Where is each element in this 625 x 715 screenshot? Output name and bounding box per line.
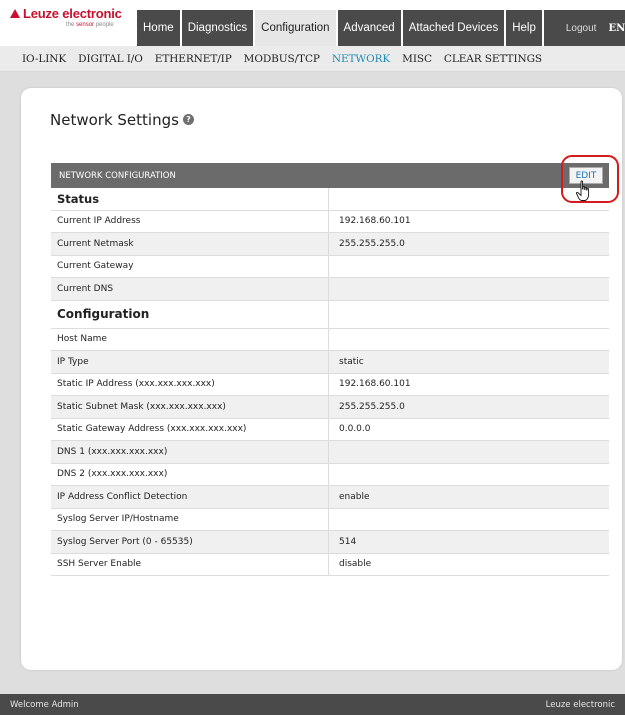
sub-nav: IO-LINK DIGITAL I/O ETHERNET/IP MODBUS/T… (0, 46, 625, 72)
setting-label: Current DNS (51, 278, 329, 300)
setting-value: 255.255.255.0 (339, 238, 405, 249)
subnav-ethernet-ip[interactable]: ETHERNET/IP (155, 53, 232, 65)
table-row: Host Name (51, 328, 609, 351)
tagline-part-3: people (95, 22, 114, 28)
table-row: Syslog Server Port (0 - 65535) 514 (51, 531, 609, 554)
table-row: Current Netmask 255.255.255.0 (51, 233, 609, 256)
footer-brand: Leuze electronic (545, 699, 615, 710)
nav-tab-advanced[interactable]: Advanced (337, 10, 401, 46)
nav-tab-diagnostics[interactable]: Diagnostics (181, 10, 254, 46)
table-row: Static IP Address (xxx.xxx.xxx.xxx) 192.1… (51, 373, 609, 396)
nav-tab-help[interactable]: Help (506, 10, 542, 46)
setting-value (329, 509, 609, 531)
logo-wordmark: Leuze electronic (10, 6, 130, 21)
setting-label: IP Address Conflict Detection (51, 486, 329, 508)
setting-value: 255.255.255.0 (339, 401, 405, 412)
language-selector[interactable]: EN (604, 10, 625, 46)
setting-label: Syslog Server IP/Hostname (51, 508, 329, 530)
setting-value: 192.168.60.101 (339, 216, 411, 227)
table-row: Current DNS (51, 278, 609, 301)
table-section-row: Status (51, 188, 609, 211)
subnav-digital-io[interactable]: DIGITAL I/O (78, 53, 143, 65)
setting-value: 192.168.60.101 (339, 379, 411, 390)
table-header-title: NETWORK CONFIGURATION (59, 170, 176, 181)
page-title-text: Network Settings (50, 111, 179, 129)
logo-text: Leuze electronic (23, 6, 122, 21)
setting-label: Current Gateway (51, 255, 329, 277)
footer-welcome: Welcome Admin (10, 699, 79, 710)
table-row: DNS 2 (xxx.xxx.xxx.xxx) (51, 463, 609, 486)
subnav-io-link[interactable]: IO-LINK (22, 53, 66, 65)
table-body: Status Current IP Address 192.168.60.101 Cu… (51, 188, 609, 576)
table-row: Static Gateway Address (xxx.xxx.xxx.xxx)… (51, 418, 609, 441)
setting-value: 0.0.0.0 (339, 424, 371, 435)
tagline-part-2: sensor (76, 22, 95, 28)
setting-label: Static Gateway Address (xxx.xxx.xxx.xxx) (51, 418, 329, 440)
setting-label: Host Name (51, 328, 329, 350)
leuze-logo[interactable]: Leuze electronic the sensor people (10, 6, 130, 40)
help-icon[interactable]: ? (182, 114, 194, 125)
setting-label: DNS 1 (xxx.xxx.xxx.xxx) (51, 441, 329, 463)
logo-tagline: the sensor people (66, 22, 130, 28)
setting-label: IP Type (51, 351, 329, 373)
tagline-part-1: the (66, 22, 75, 28)
setting-label: Static Subnet Mask (xxx.xxx.xxx.xxx) (51, 396, 329, 418)
nav-tab-attached-devices[interactable]: Attached Devices (402, 10, 505, 46)
section-heading: Status (51, 188, 329, 210)
setting-value (329, 256, 609, 278)
setting-value: enable (339, 491, 370, 502)
setting-label: DNS 2 (xxx.xxx.xxx.xxx) (51, 463, 329, 485)
setting-label: Static IP Address (xxx.xxx.xxx.xxx) (51, 373, 329, 395)
setting-value (329, 301, 609, 328)
setting-value (329, 278, 609, 300)
section-heading: Configuration (51, 300, 329, 328)
table-row: Static Subnet Mask (xxx.xxx.xxx.xxx) 255.… (51, 396, 609, 419)
nav-tab-configuration[interactable]: Configuration (255, 10, 336, 46)
footer: Welcome Admin Leuze electronic (0, 694, 625, 715)
setting-label: Syslog Server Port (0 - 65535) (51, 531, 329, 553)
nav-tab-home[interactable]: Home (137, 10, 180, 46)
table-row: DNS 1 (xxx.xxx.xxx.xxx) (51, 441, 609, 464)
logo-triangle-icon (10, 9, 20, 18)
table-row: Current Gateway (51, 255, 609, 278)
table-row: Current IP Address 192.168.60.101 (51, 210, 609, 233)
page-title: Network Settings? (50, 111, 194, 129)
main-nav: Home Diagnostics Configuration Advanced … (137, 10, 625, 46)
table-section-row: Configuration (51, 300, 609, 329)
setting-label: SSH Server Enable (51, 553, 329, 575)
setting-value (329, 464, 609, 486)
subnav-clear-settings[interactable]: CLEAR SETTINGS (444, 53, 542, 65)
network-config-table: NETWORK CONFIGURATION EDIT Status Current… (51, 163, 609, 576)
setting-value: disable (339, 559, 372, 570)
table-header: NETWORK CONFIGURATION EDIT (51, 163, 609, 188)
logout-button[interactable]: Logout (543, 10, 605, 46)
setting-label: Current Netmask (51, 233, 329, 255)
setting-value (329, 441, 609, 463)
table-row: IP Address Conflict Detection enable (51, 486, 609, 509)
subnav-misc[interactable]: MISC (402, 53, 432, 65)
subnav-network[interactable]: NETWORK (332, 53, 390, 65)
table-row: IP Type static (51, 351, 609, 374)
table-row: SSH Server Enable disable (51, 553, 609, 576)
setting-value (329, 329, 609, 351)
subnav-modbus-tcp[interactable]: MODBUS/TCP (244, 53, 320, 65)
table-row: Syslog Server IP/Hostname (51, 508, 609, 531)
hand-cursor-icon (575, 180, 590, 201)
setting-value: 514 (339, 536, 357, 547)
setting-label: Current IP Address (51, 210, 329, 232)
top-bar: Leuze electronic the sensor people Home … (0, 0, 625, 46)
setting-value: static (339, 356, 364, 367)
